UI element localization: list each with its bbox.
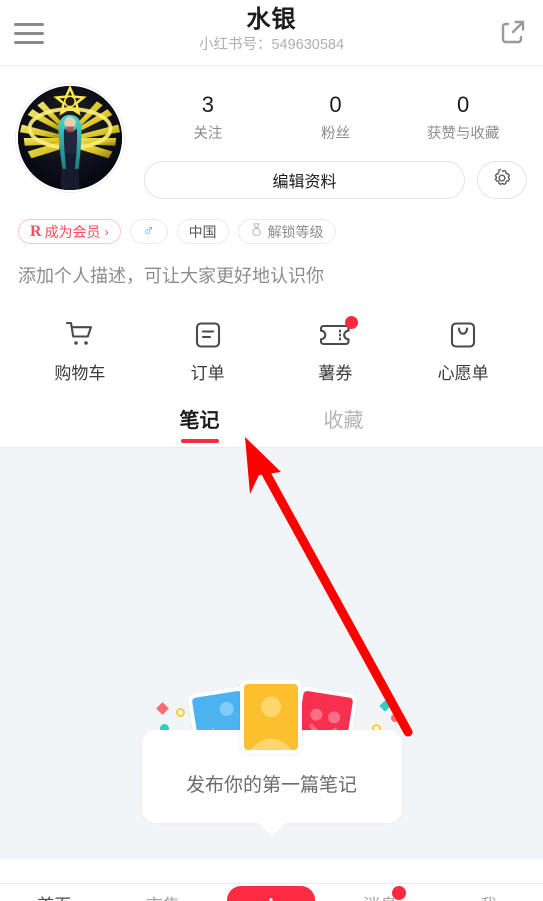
page-title: 水银 (246, 6, 297, 33)
header-center: 水银 小红书号：549630584 (0, 6, 543, 54)
quick-action-label: 购物车 (54, 364, 106, 383)
stat-likes-collects[interactable]: 0 获赞与收藏 (399, 92, 527, 143)
tag-unlock-level[interactable]: 解锁等级 (237, 219, 336, 244)
nav-me-label: 我 (480, 891, 497, 901)
quick-action-label: 订单 (190, 364, 225, 383)
nav-item-home[interactable]: 首页 (0, 884, 109, 901)
nav-item-me[interactable]: 我 (434, 884, 543, 901)
medal-icon (250, 223, 263, 240)
tag-location[interactable]: 中国 (176, 219, 229, 244)
followers-count: 0 (329, 92, 342, 117)
following-count: 3 (201, 92, 214, 117)
tab-active-underline (180, 439, 219, 443)
shopping-cart-icon (64, 318, 96, 352)
coupon-ticket-icon (318, 316, 359, 352)
edit-profile-button[interactable]: 编辑资料 (144, 161, 465, 199)
app-screen: 水银 小红书号：549630584 3 关注 0 粉丝 0 获赞与收藏 编辑资料… (0, 0, 543, 901)
likes-collects-label: 获赞与收藏 (426, 126, 500, 142)
notes-content-area: 发布你的第一篇笔记 (0, 447, 543, 859)
avatar[interactable] (16, 84, 124, 192)
nav-item-messages[interactable]: 消息 (326, 884, 435, 901)
male-gender-icon: ♂ (142, 222, 155, 240)
quick-action-shopping-cart[interactable]: 购物车 (16, 318, 144, 384)
profile-top-row: 3 关注 0 粉丝 0 获赞与收藏 编辑资料 (16, 84, 527, 199)
member-label: 成为会员 (44, 223, 101, 240)
quick-action-label: 心愿单 (437, 364, 489, 383)
bottom-navigation-bar: 首页 市集 消息 我 (0, 883, 543, 901)
chevron-right-icon: › (104, 224, 109, 239)
nav-item-publish[interactable] (217, 884, 326, 901)
content-tabs: 笔记 收藏 (0, 402, 543, 447)
tab-notes-label: 笔记 (179, 410, 220, 432)
settings-gear-button[interactable] (477, 161, 527, 199)
quick-action-orders[interactable]: 订单 (144, 318, 272, 384)
tab-collections[interactable]: 收藏 (318, 404, 370, 433)
profile-tags-row: R 成为会员 › ♂ 中国 解锁等级 (16, 219, 527, 244)
share-icon[interactable] (497, 16, 529, 48)
tag-gender[interactable]: ♂ (129, 219, 168, 244)
quick-action-coupon[interactable]: 薯券 (272, 316, 400, 384)
unlock-level-label: 解锁等级 (267, 223, 324, 240)
messages-badge-dot (392, 886, 407, 900)
empty-state: 发布你的第一篇笔记 (141, 676, 402, 836)
confetti-ring-yellow (176, 708, 185, 717)
confetti-diamond-red (156, 702, 169, 715)
location-label: 中国 (188, 223, 217, 240)
profile-section: 3 关注 0 粉丝 0 获赞与收藏 编辑资料 R 成为会员 › ♂ 中国 解锁等… (0, 66, 543, 402)
likes-collects-count: 0 (457, 92, 470, 117)
photo-card-yellow (240, 680, 302, 754)
user-id-label: 小红书号：549630584 (198, 37, 345, 53)
confetti-diamond-teal (379, 700, 391, 712)
tab-notes[interactable]: 笔记 (174, 404, 226, 443)
quick-action-wishlist[interactable]: 心愿单 (399, 318, 527, 384)
bubble-tail (256, 822, 287, 836)
profile-description-placeholder[interactable]: 添加个人描述，可让大家更好地认识你 (16, 262, 527, 288)
nav-market-label: 市集 (146, 891, 180, 901)
member-r-mark: R (30, 222, 42, 240)
following-label: 关注 (193, 126, 223, 142)
profile-actions: 编辑资料 (144, 161, 527, 199)
plus-publish-button[interactable] (227, 886, 316, 901)
empty-state-text: 发布你的第一篇笔记 (185, 775, 357, 796)
coupon-badge-dot (345, 316, 359, 329)
quick-action-label: 薯券 (318, 364, 353, 383)
quick-actions-row: 购物车 订单 薯券 心愿单 (16, 316, 527, 402)
app-header: 水银 小红书号：549630584 (0, 0, 543, 66)
stats-row: 3 关注 0 粉丝 0 获赞与收藏 (144, 84, 527, 143)
order-document-icon (193, 318, 223, 352)
stat-following[interactable]: 3 关注 (144, 92, 272, 143)
followers-label: 粉丝 (321, 126, 350, 142)
confetti-dot-red (391, 714, 399, 722)
tab-collections-label: 收藏 (323, 410, 364, 432)
nav-item-market[interactable]: 市集 (109, 884, 218, 901)
wishlist-bag-icon (449, 318, 477, 352)
profile-right-column: 3 关注 0 粉丝 0 获赞与收藏 编辑资料 (124, 84, 527, 199)
gear-icon (491, 167, 513, 194)
stat-followers[interactable]: 0 粉丝 (272, 92, 400, 143)
nav-home-label: 首页 (37, 891, 71, 901)
tag-become-member[interactable]: R 成为会员 › (18, 219, 121, 244)
